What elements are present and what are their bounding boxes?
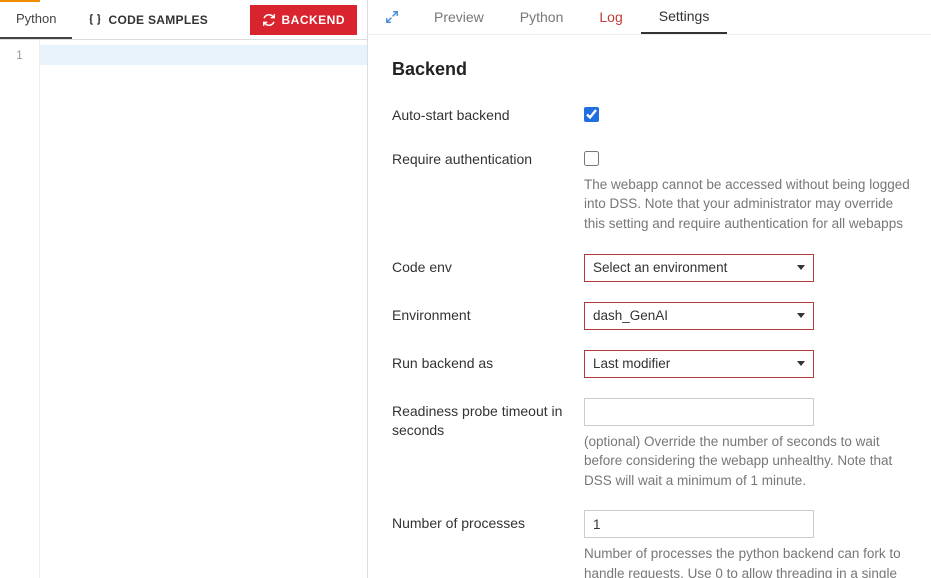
- label-processes: Number of processes: [392, 510, 584, 534]
- label-code-env: Code env: [392, 254, 584, 278]
- backend-button-label: BACKEND: [282, 13, 346, 27]
- select-run-as[interactable]: Last modifier: [584, 350, 814, 378]
- refresh-icon: [262, 13, 276, 27]
- settings-title: Backend: [392, 59, 911, 80]
- right-tabs: Preview Python Log Settings: [368, 0, 931, 35]
- checkbox-auto-start[interactable]: [584, 107, 599, 122]
- tab-python-left[interactable]: Python: [0, 0, 72, 39]
- select-environment[interactable]: dash_GenAI: [584, 302, 814, 330]
- select-environment-value: dash_GenAI: [593, 308, 668, 323]
- backend-button[interactable]: BACKEND: [250, 5, 358, 35]
- help-readiness: (optional) Override the number of second…: [584, 432, 911, 491]
- tab-python-right[interactable]: Python: [502, 0, 582, 34]
- right-panel: Preview Python Log Settings Backend Auto…: [368, 0, 931, 578]
- settings-body: Backend Auto-start backend Require authe…: [368, 35, 931, 578]
- label-auto-start: Auto-start backend: [392, 102, 584, 126]
- tab-preview[interactable]: Preview: [416, 0, 502, 34]
- help-processes: Number of processes the python backend c…: [584, 544, 911, 578]
- chevron-down-icon: [797, 361, 805, 366]
- select-run-as-value: Last modifier: [593, 356, 670, 371]
- code-editor[interactable]: 1: [0, 40, 367, 578]
- line-number: 1: [0, 45, 39, 65]
- input-processes[interactable]: [584, 510, 814, 538]
- code-samples-label: CODE SAMPLES: [108, 13, 208, 27]
- chevron-down-icon: [797, 265, 805, 270]
- tab-log[interactable]: Log: [581, 0, 640, 34]
- select-code-env[interactable]: Select an environment: [584, 254, 814, 282]
- label-run-as: Run backend as: [392, 350, 584, 374]
- left-panel: Python CODE SAMPLES BACKEND 1: [0, 0, 368, 578]
- tab-settings[interactable]: Settings: [641, 0, 728, 34]
- chevron-down-icon: [797, 313, 805, 318]
- label-readiness: Readiness probe timeout in seconds: [392, 398, 584, 441]
- label-require-auth: Require authentication: [392, 146, 584, 170]
- gutter: 1: [0, 40, 40, 578]
- label-environment: Environment: [392, 302, 584, 326]
- tab-code-samples[interactable]: CODE SAMPLES: [72, 0, 224, 39]
- help-require-auth: The webapp cannot be accessed without be…: [584, 175, 911, 234]
- expand-button[interactable]: [376, 1, 408, 33]
- checkbox-require-auth[interactable]: [584, 151, 599, 166]
- left-tabs: Python CODE SAMPLES BACKEND: [0, 0, 367, 40]
- braces-icon: [88, 13, 102, 27]
- input-readiness[interactable]: [584, 398, 814, 426]
- active-line: [40, 45, 367, 65]
- expand-icon: [385, 10, 399, 24]
- select-code-env-value: Select an environment: [593, 260, 727, 275]
- code-area[interactable]: [40, 40, 367, 578]
